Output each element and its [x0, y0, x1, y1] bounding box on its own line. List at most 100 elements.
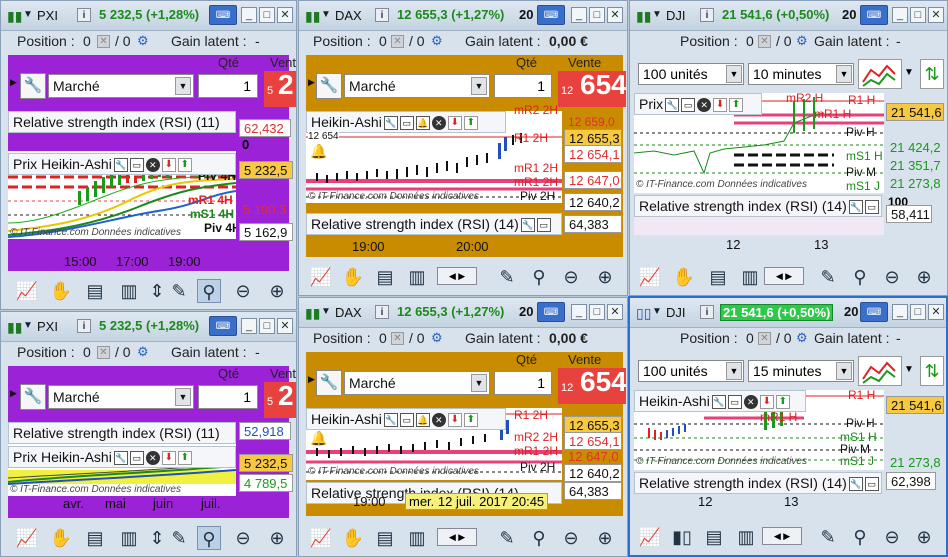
candlestick-icon[interactable]: ▮▮: [305, 305, 321, 321]
maximize-button[interactable]: □: [589, 7, 605, 23]
minimize-button[interactable]: _: [892, 304, 908, 320]
chevron-down-icon[interactable]: ▼: [321, 306, 331, 317]
gear-icon[interactable]: ⚙: [137, 344, 149, 360]
hand-icon[interactable]: ✋: [341, 265, 365, 289]
interval-select[interactable]: 15 minutes ▼: [748, 360, 854, 382]
close-button[interactable]: ✕: [277, 318, 293, 334]
sell-button[interactable]: 12 654: [558, 368, 626, 404]
maximize-button[interactable]: □: [259, 7, 275, 23]
title-bar[interactable]: ▮▮ ▼ DAX i 12 655,3 (+1,27%) 20 ⌨ _ □ ✕: [299, 1, 627, 31]
close-position-icon[interactable]: ✕: [758, 332, 771, 345]
info-icon[interactable]: i: [77, 319, 91, 333]
zoom-in-icon[interactable]: ⊕: [912, 525, 936, 549]
candlestick-icon[interactable]: ▯▯: [636, 305, 652, 321]
order-type-select[interactable]: Marché ▼: [48, 385, 194, 409]
zoom-out-icon[interactable]: ⊖: [559, 526, 583, 550]
chevron-down-icon[interactable]: ▼: [321, 9, 331, 20]
order-type-select[interactable]: Marché ▼: [344, 74, 490, 98]
candlestick-icon[interactable]: ▮▮: [7, 319, 23, 335]
draw-icon[interactable]: ✎: [495, 526, 519, 550]
zoom-fit-icon[interactable]: ⚲: [527, 526, 551, 550]
swap-icon[interactable]: ⇅: [920, 59, 944, 89]
zoom-fit-icon[interactable]: ⚲: [197, 526, 221, 550]
candlestick-icon[interactable]: ▮▮: [305, 8, 321, 24]
wrench-icon[interactable]: 🔧: [316, 370, 342, 396]
minimize-button[interactable]: _: [571, 7, 587, 23]
title-bar[interactable]: ▮▮ ▼ DAX i 12 655,3 (+1,27%) 20 ⌨ _ □ ✕: [299, 298, 627, 328]
chart-type-icon[interactable]: 📈: [309, 526, 333, 550]
swap-icon[interactable]: ⇅: [920, 356, 944, 386]
close-position-icon[interactable]: ✕: [391, 35, 404, 48]
candles-icon[interactable]: ▮▯: [670, 525, 694, 549]
zoom-fit-icon[interactable]: ⚲: [197, 279, 221, 303]
zoom-out-icon[interactable]: ⊖: [880, 525, 904, 549]
keyboard-icon[interactable]: ⌨: [860, 302, 888, 322]
indicators-icon[interactable]: ▤: [373, 526, 397, 550]
close-button[interactable]: ✕: [928, 7, 944, 23]
gear-icon[interactable]: ⚙: [137, 33, 149, 49]
close-button[interactable]: ✕: [607, 7, 623, 23]
zoom-in-icon[interactable]: ⊕: [593, 526, 617, 550]
rsi-header[interactable]: Relative strength index (RSI) (14) 🔧 ▭: [634, 472, 882, 494]
keyboard-icon[interactable]: ⌨: [860, 5, 888, 25]
gear-icon[interactable]: ⚙: [431, 330, 443, 346]
chevron-down-icon[interactable]: ▼: [652, 306, 662, 317]
chart-type-icon[interactable]: 📈: [638, 525, 662, 549]
indicators-icon[interactable]: ▤: [373, 265, 397, 289]
chart-style-icon[interactable]: [858, 59, 902, 89]
info-icon[interactable]: i: [77, 8, 91, 22]
heikin-header[interactable]: Heikin-Ashi 🔧 ▭ ✕ ⬇ ⬆: [634, 390, 806, 412]
order-type-select[interactable]: Marché ▼: [344, 371, 490, 395]
maximize-button[interactable]: □: [910, 304, 926, 320]
keyboard-icon[interactable]: ⌨: [209, 5, 237, 25]
zoom-in-icon[interactable]: ⊕: [912, 265, 936, 289]
zoom-fit-icon[interactable]: ⚲: [848, 525, 872, 549]
info-icon[interactable]: i: [375, 305, 389, 319]
zoom-out-icon[interactable]: ⊖: [231, 279, 255, 303]
candlestick-icon[interactable]: ▮▮: [636, 8, 652, 24]
title-bar[interactable]: ▯▯ ▼ DJI i 21 541,6 (+0,50%) 20 ⌨ _ □ ✕: [630, 298, 946, 328]
keyboard-icon[interactable]: ⌨: [209, 316, 237, 336]
zoom-in-icon[interactable]: ⊕: [265, 279, 289, 303]
heikin-header[interactable]: Heikin-Ashi 🔧 ▭ 🔔 ✕ ⬇ ⬆: [306, 111, 506, 133]
close-position-icon[interactable]: ✕: [97, 35, 110, 48]
zoom-out-icon[interactable]: ⊖: [880, 265, 904, 289]
chevron-down-icon[interactable]: ▼: [652, 9, 662, 20]
indicators-icon[interactable]: ▤: [706, 265, 730, 289]
scroll-nav[interactable]: ◀ ▶: [762, 527, 802, 545]
chart-type-icon[interactable]: 📈: [309, 265, 333, 289]
hand-icon[interactable]: ✋: [49, 526, 73, 550]
close-button[interactable]: ✕: [607, 304, 623, 320]
zoom-in-icon[interactable]: ⊕: [593, 265, 617, 289]
close-position-icon[interactable]: ✕: [97, 346, 110, 359]
keyboard-icon[interactable]: ⌨: [537, 5, 565, 25]
chart-type-icon[interactable]: 📈: [15, 526, 39, 550]
zoom-fit-icon[interactable]: ⚲: [527, 265, 551, 289]
draw-icon[interactable]: ✎: [816, 525, 840, 549]
close-button[interactable]: ✕: [928, 304, 944, 320]
zoom-out-icon[interactable]: ⊖: [231, 526, 255, 550]
rsi-chart[interactable]: [634, 217, 884, 235]
info-icon[interactable]: i: [375, 8, 389, 22]
chevron-down-icon[interactable]: ▼: [904, 67, 914, 78]
maximize-button[interactable]: □: [259, 318, 275, 334]
minimize-button[interactable]: _: [571, 304, 587, 320]
heikin-header[interactable]: Heikin-Ashi 🔧 ▭ 🔔 ✕ ⬇ ⬆: [306, 408, 506, 430]
chevron-down-icon[interactable]: ▼: [23, 9, 33, 20]
heikin-header[interactable]: Prix Heikin-Ashi 🔧 ▭ ✕ ⬇ ⬆: [8, 446, 236, 468]
quantity-input[interactable]: 1: [198, 385, 258, 409]
wrench-icon[interactable]: 🔧: [316, 73, 342, 99]
draw-icon[interactable]: ✎: [167, 279, 191, 303]
wrench-icon[interactable]: 🔧: [20, 384, 46, 410]
bars-icon[interactable]: ▥: [734, 525, 758, 549]
quantity-input[interactable]: 1: [494, 371, 552, 395]
interval-select[interactable]: 10 minutes ▼: [748, 63, 854, 85]
chevron-down-icon[interactable]: ▼: [904, 364, 914, 375]
wrench-icon[interactable]: 🔧: [20, 73, 46, 99]
maximize-button[interactable]: □: [589, 304, 605, 320]
info-icon[interactable]: i: [700, 8, 714, 22]
bars-icon[interactable]: ▥: [405, 265, 429, 289]
indicators-icon[interactable]: ▤: [83, 526, 107, 550]
bell-icon[interactable]: 🔔: [310, 143, 327, 160]
hand-icon[interactable]: ✋: [672, 265, 696, 289]
